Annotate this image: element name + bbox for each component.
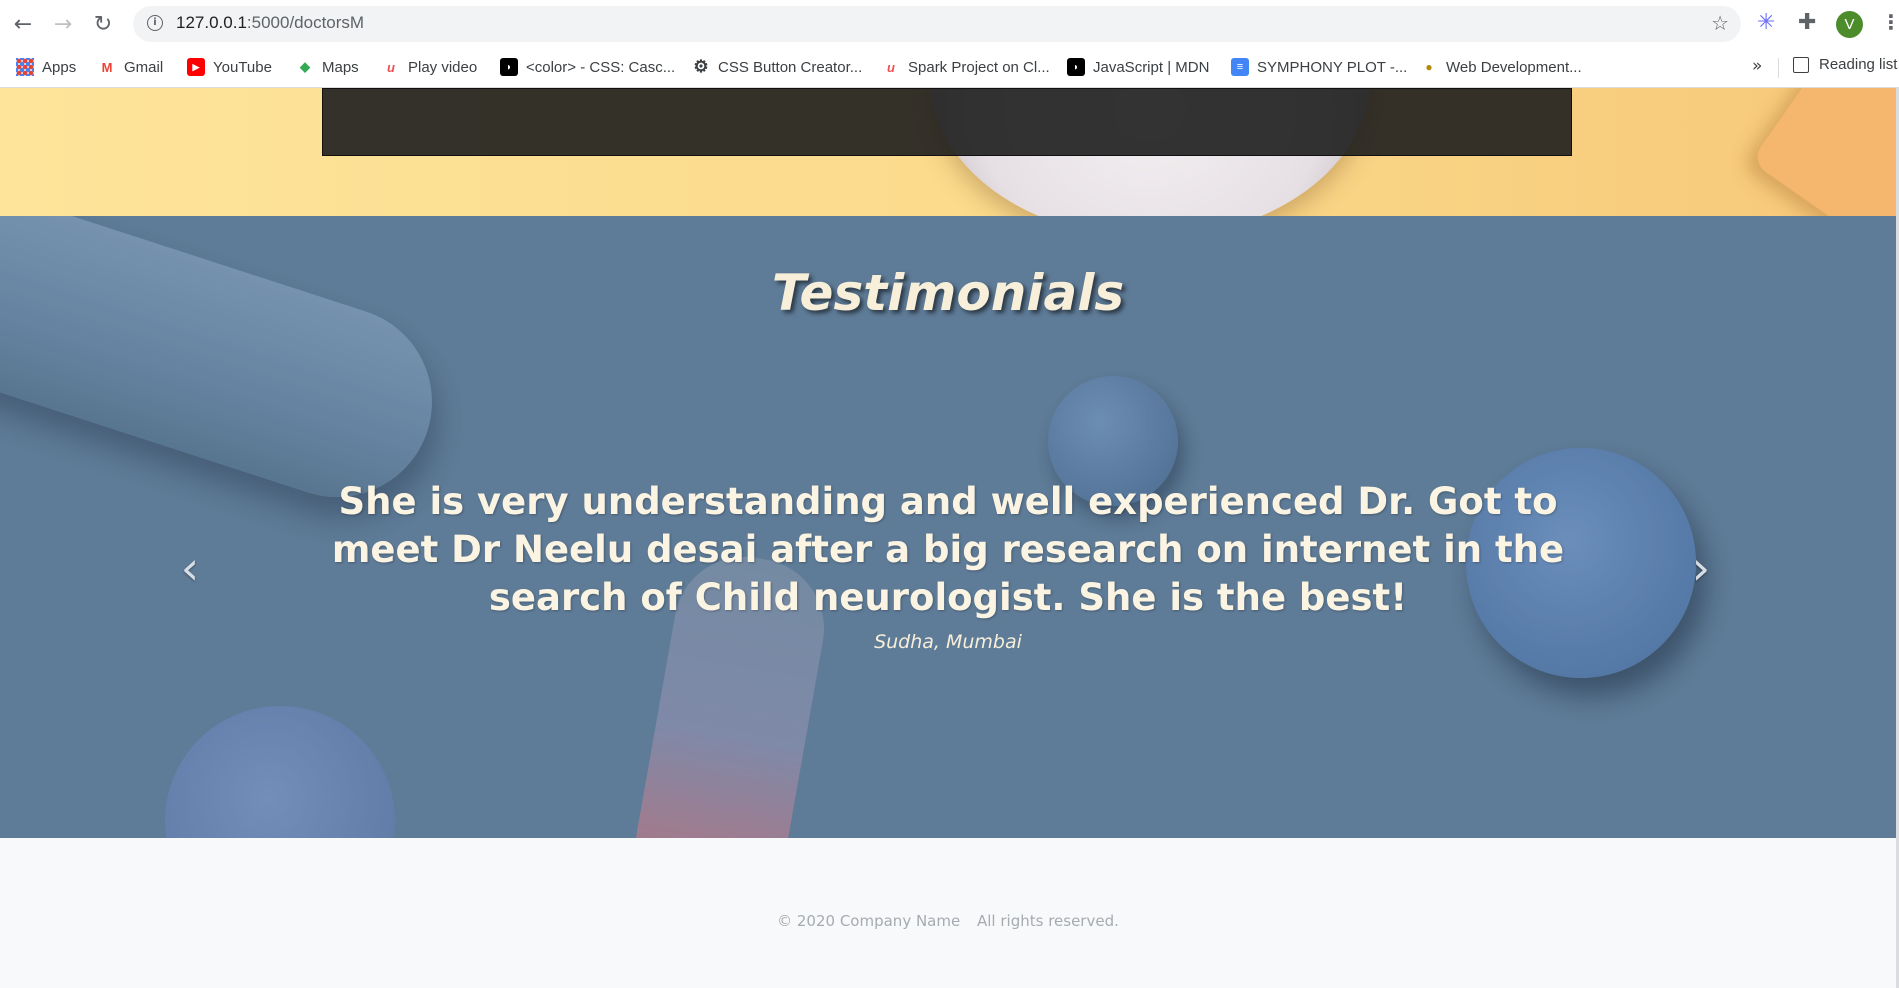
bookmark-label: Web Development... — [1446, 58, 1582, 76]
bookmark-maps[interactable]: ◆ Maps — [296, 56, 359, 78]
address-bar[interactable]: i 127.0.0.1:5000/doctorsM ☆ — [133, 6, 1741, 42]
bookmark-label: <color> - CSS: Casc... — [526, 58, 676, 76]
mdn-icon: ◗ — [1067, 58, 1085, 76]
bookmark-apps[interactable]: Apps — [16, 56, 76, 78]
mdn-icon: ◗ — [500, 58, 518, 76]
orange-tablet-image — [1750, 88, 1896, 216]
apps-grid-icon — [16, 58, 34, 76]
bookmark-label: Play video — [408, 58, 478, 76]
testimonials-title: Testimonials — [771, 264, 1125, 322]
bookmark-spark-project[interactable]: u Spark Project on Cl... — [882, 56, 1050, 78]
bookmark-label: Gmail — [124, 58, 164, 76]
browser-toolbar: ← → ↻ i 127.0.0.1:5000/doctorsM ☆ ✳ ✚ V … — [0, 0, 1899, 48]
bookmark-youtube[interactable]: ▶ YouTube — [187, 56, 272, 78]
hero-background — [0, 88, 1896, 216]
bookmark-star-icon[interactable]: ☆ — [1711, 11, 1729, 35]
profile-avatar[interactable]: V — [1836, 11, 1863, 38]
reload-icon[interactable]: ↻ — [88, 9, 118, 39]
bookmark-css-button-creator[interactable]: ⚙ CSS Button Creator... — [692, 56, 862, 78]
capsule-background-image — [0, 216, 457, 522]
testimonial-quote: She is very understanding and well exper… — [331, 480, 1565, 619]
testimonial-author: Sudha, Mumbai — [874, 631, 1022, 653]
url-text[interactable]: 127.0.0.1:5000/doctorsM — [176, 13, 364, 33]
back-arrow-icon[interactable]: ← — [8, 9, 38, 39]
udemy-icon: u — [387, 59, 395, 75]
dark-content-card — [322, 88, 1572, 156]
bookmark-label: Spark Project on Cl... — [908, 58, 1050, 76]
web-dev-icon: ● — [1425, 60, 1433, 74]
carousel-prev-icon[interactable]: ‹ — [170, 538, 210, 598]
reading-list-button[interactable]: Reading list — [1793, 56, 1897, 73]
gmail-icon: M — [101, 59, 113, 75]
footer-copyright: © 2020 Company Name All rights reserved. — [0, 912, 1896, 930]
copyright-text: © 2020 Company Name — [777, 912, 961, 930]
docs-icon: ≡ — [1231, 58, 1249, 76]
url-host: 127.0.0.1 — [176, 13, 247, 32]
bookmark-javascript-mdn[interactable]: ◗ JavaScript | MDN — [1067, 56, 1209, 78]
bookmark-symphony-plot[interactable]: ≡ SYMPHONY PLOT -... — [1231, 56, 1407, 78]
page-viewport: Testimonials ‹ › She is very understandi… — [0, 88, 1896, 988]
bookmark-label: SYMPHONY PLOT -... — [1257, 58, 1408, 76]
forward-arrow-icon[interactable]: → — [48, 9, 78, 39]
gear-icon: ⚙ — [693, 57, 709, 76]
site-info-icon[interactable]: i — [147, 15, 163, 31]
bookmark-play-video[interactable]: u Play video — [382, 56, 477, 78]
carousel-next-icon[interactable]: › — [1681, 538, 1721, 598]
bookmark-label: Maps — [322, 58, 359, 76]
testimonials-section: Testimonials ‹ › She is very understandi… — [0, 216, 1896, 838]
reading-list-icon — [1793, 56, 1809, 73]
extension-sparkle-icon[interactable]: ✳ — [1757, 10, 1775, 35]
bookmarks-overflow-button[interactable]: » — [1752, 56, 1762, 76]
rights-text: All rights reserved. — [977, 912, 1119, 930]
bookmark-label: JavaScript | MDN — [1093, 58, 1210, 76]
bookmark-label: YouTube — [213, 58, 272, 76]
bookmark-web-development[interactable]: ● Web Development... — [1420, 56, 1582, 78]
page-footer: © 2020 Company Name All rights reserved. — [0, 838, 1896, 988]
udemy-icon: u — [887, 59, 895, 75]
reading-list-label: Reading list — [1819, 56, 1898, 73]
youtube-icon: ▶ — [187, 58, 205, 76]
round-tablet-background-image — [165, 706, 395, 838]
bookmark-label: Apps — [42, 58, 77, 76]
url-path: :5000/doctorsM — [246, 13, 365, 32]
bookmark-label: CSS Button Creator... — [718, 58, 863, 76]
bookmarks-divider — [1778, 58, 1779, 78]
bookmark-gmail[interactable]: M Gmail — [98, 56, 164, 78]
maps-icon: ◆ — [300, 59, 310, 74]
extensions-puzzle-icon[interactable]: ✚ — [1798, 10, 1816, 35]
bookmarks-bar: Apps M Gmail ▶ YouTube ◆ Maps u Play vid… — [0, 48, 1899, 88]
browser-menu-icon[interactable]: ⋮ — [1881, 10, 1899, 34]
bookmark-css-color[interactable]: ◗ <color> - CSS: Casc... — [500, 56, 675, 78]
